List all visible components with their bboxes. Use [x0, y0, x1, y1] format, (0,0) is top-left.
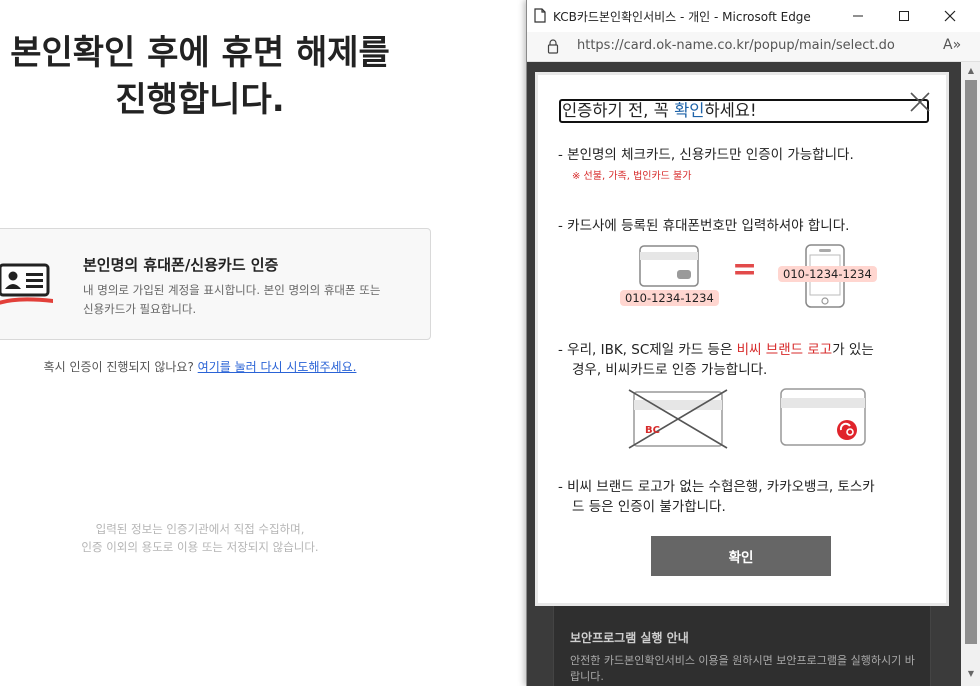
- maximize-button[interactable]: [881, 0, 927, 32]
- credit-card-illustration: [639, 245, 699, 287]
- notice-item-4: - 비씨 브랜드 로고가 없는 수협은행, 카카오뱅크, 토스카: [558, 479, 875, 495]
- notice-item-3-pre: - 우리, IBK, SC제일 카드 등은: [558, 342, 737, 358]
- auth-option-desc-line2: 신용카드가 필요합니다.: [83, 302, 197, 316]
- lock-icon[interactable]: [547, 39, 559, 54]
- security-program-panel: 보안프로그램 실행 안내 안전한 카드본인확인서비스 이용을 원하시면 보안프로…: [553, 602, 931, 686]
- id-card-icon: [0, 263, 53, 305]
- popup-content: 보안프로그램 실행 안내 안전한 카드본인확인서비스 이용을 원하시면 보안프로…: [527, 62, 961, 686]
- security-program-title: 보안프로그램 실행 안내: [570, 631, 689, 645]
- modal-heading-pre: 인증하기 전, 꼭: [562, 101, 675, 120]
- retry-link[interactable]: 여기를 눌러 다시 시도해주세요.: [198, 360, 357, 374]
- read-aloud-icon[interactable]: A»: [943, 37, 961, 53]
- auth-option-title: 본인명의 휴대폰/신용카드 인증: [83, 256, 279, 274]
- notice-item-1: - 본인명의 체크카드, 신용카드만 인증이 가능합니다.: [558, 147, 854, 163]
- modal-heading: 인증하기 전, 꼭 확인하세요!: [559, 99, 929, 123]
- edge-popup-window: KCB카드본인확인서비스 - 개인 - Microsoft Edge https…: [526, 0, 980, 686]
- card-phone-number: 010-1234-1234: [620, 290, 719, 306]
- scroll-down-icon[interactable]: ▼: [966, 670, 976, 678]
- window-title: KCB카드본인확인서비스 - 개인 - Microsoft Edge: [553, 10, 811, 24]
- bc-label: BC: [645, 425, 660, 436]
- equals-sign: =: [732, 252, 758, 287]
- page-icon: [534, 8, 546, 23]
- maximize-icon: [899, 11, 909, 21]
- privacy-note-line2: 인증 이외의 용도로 이용 또는 저장되지 않습니다.: [81, 540, 319, 554]
- confirm-button[interactable]: 확인: [651, 536, 831, 576]
- phone-phone-number: 010-1234-1234: [778, 266, 877, 282]
- security-program-desc: 안전한 카드본인확인서비스 이용을 원하시면 보안프로그램을 실행하시기 바랍니…: [570, 654, 915, 683]
- scrollbar-thumb[interactable]: [965, 80, 977, 644]
- invalid-card-illustration: [628, 389, 728, 449]
- auth-option-desc-line1: 내 명의로 가입된 계정을 표시합니다. 본인 명의의 휴대폰 또는: [83, 283, 381, 297]
- notice-item-4-line2: 드 등은 인증이 불가합니다.: [572, 499, 726, 515]
- modal-close-icon[interactable]: [909, 91, 931, 113]
- privacy-note-line1: 입력된 정보는 인증기관에서 직접 수집하며,: [95, 522, 305, 536]
- vertical-scrollbar[interactable]: ▲ ▼: [961, 62, 980, 686]
- retry-row: 혹시 인증이 진행되지 않나요? 여기를 눌러 다시 시도해주세요.: [0, 358, 400, 375]
- close-icon: [944, 10, 956, 22]
- auth-option-desc: 내 명의로 가입된 계정을 표시합니다. 본인 명의의 휴대폰 또는 신용카드가…: [83, 281, 403, 319]
- notice-item-3: - 우리, IBK, SC제일 카드 등은 비씨 브랜드 로고가 있는: [558, 340, 874, 360]
- notice-item-3-line2: 경우, 비씨카드로 인증 가능합니다.: [572, 362, 768, 378]
- notice-item-2: - 카드사에 등록된 휴대폰번호만 입력하셔야 합니다.: [558, 218, 850, 234]
- window-titlebar[interactable]: KCB카드본인확인서비스 - 개인 - Microsoft Edge: [527, 0, 980, 32]
- address-bar[interactable]: https://card.ok-name.co.kr/popup/main/se…: [527, 32, 980, 62]
- page-title-line2: 진행합니다.: [115, 80, 285, 120]
- privacy-note: 입력된 정보는 인증기관에서 직접 수집하며, 인증 이외의 용도로 이용 또는…: [0, 520, 400, 556]
- bc-card-illustration: [780, 388, 866, 446]
- window-close-button[interactable]: [927, 0, 973, 32]
- notice-item-1-sub: ※ 선불, 가족, 법인카드 불가: [572, 171, 692, 182]
- retry-text: 혹시 인증이 진행되지 않나요?: [43, 360, 194, 374]
- modal-heading-highlight: 확인: [674, 101, 705, 120]
- scroll-up-icon[interactable]: ▲: [966, 67, 976, 75]
- phone-card-auth-option[interactable]: 본인명의 휴대폰/신용카드 인증 내 명의로 가입된 계정을 표시합니다. 본인…: [0, 228, 431, 340]
- page-title: 본인확인 후에 휴면 해제를 진행합니다.: [0, 30, 400, 124]
- notice-item-3-post: 가 있는: [832, 342, 874, 358]
- notice-item-3-highlight: 비씨 브랜드 로고: [736, 342, 833, 358]
- notice-modal: 인증하기 전, 꼭 확인하세요! - 본인명의 체크카드, 신용카드만 인증이 …: [535, 72, 949, 606]
- minimize-button[interactable]: [835, 0, 881, 32]
- page-title-line1: 본인확인 후에 휴면 해제를: [10, 33, 390, 73]
- modal-heading-post: 하세요!: [704, 101, 757, 120]
- url-text[interactable]: https://card.ok-name.co.kr/popup/main/se…: [577, 38, 895, 53]
- minimize-icon: [853, 15, 863, 17]
